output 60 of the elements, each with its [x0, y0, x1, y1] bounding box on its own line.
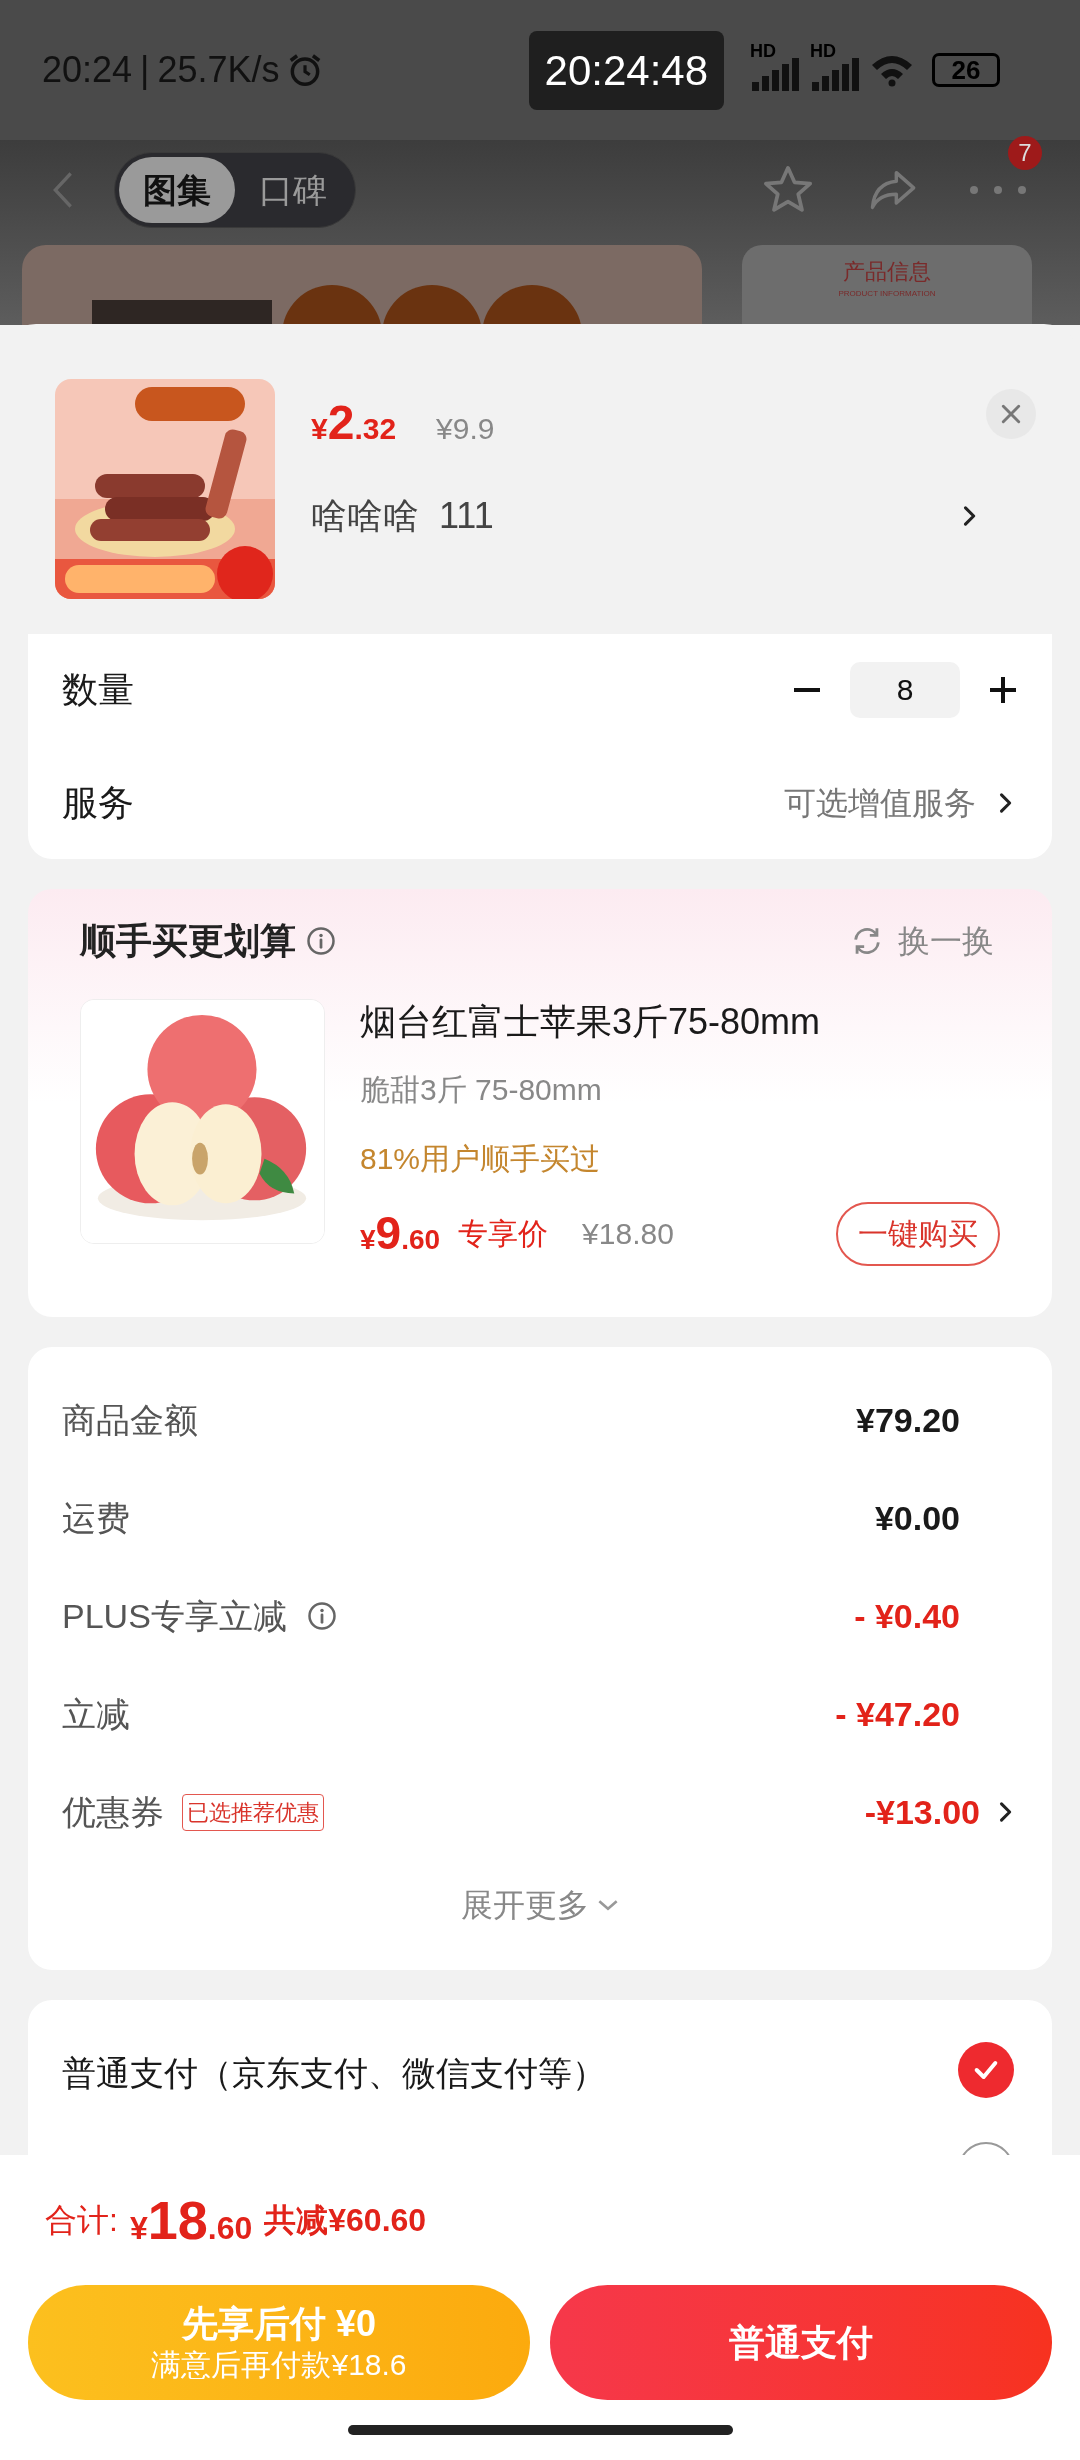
status-time: 20:24: [42, 48, 133, 92]
addon-price: ¥9.60: [360, 1206, 441, 1261]
option-label: 服务: [62, 780, 135, 825]
addon-product-name[interactable]: 烟台红富士苹果3斤75-80mm: [360, 999, 1000, 1045]
chevron-down-icon: [597, 1898, 619, 1912]
network-speed: 25.7K/s: [157, 48, 280, 92]
more-icon[interactable]: [968, 184, 1028, 196]
summary-label: 立减: [62, 1693, 130, 1735]
coupon-tag: 已选推荐优惠: [182, 1793, 324, 1831]
total-savings: 共减¥60.60: [264, 2201, 427, 2240]
total-price: ¥18.60: [129, 2188, 253, 2252]
sale-price: ¥2.32: [311, 395, 397, 451]
hd-label: HD: [810, 42, 837, 60]
wifi-icon: [870, 53, 915, 87]
signal-icon: [810, 56, 861, 92]
chevron-right-icon: [998, 790, 1012, 815]
product-spec[interactable]: 啥啥啥 111: [311, 489, 962, 543]
back-icon[interactable]: [52, 171, 74, 209]
chevron-right-icon: [962, 504, 976, 528]
original-price: ¥9.9: [436, 411, 495, 447]
addon-title: 顺手买更划算: [80, 919, 296, 963]
chevron-right-icon: [998, 1800, 1012, 1824]
notification-badge: 7: [1008, 136, 1042, 170]
pay-button[interactable]: 普通支付: [550, 2285, 1052, 2400]
info-icon[interactable]: [306, 926, 336, 956]
info-title: 产品信息: [843, 258, 931, 286]
purchase-rate: 81%用户顺手买过: [360, 1141, 602, 1177]
view-tab[interactable]: 口碑: [235, 157, 351, 223]
summary-label: 优惠券: [62, 1791, 164, 1833]
summary-value: - ¥47.20: [835, 1693, 960, 1735]
plus-icon[interactable]: [988, 675, 1018, 705]
refresh-link[interactable]: 换一换: [898, 917, 994, 965]
option-label: 数量: [62, 668, 135, 712]
signal-icon: [750, 56, 801, 92]
payment-option-label[interactable]: 普通支付（京东支付、微信支付等）: [62, 2048, 958, 2099]
summary-value: - ¥0.40: [854, 1595, 960, 1637]
clock-overlay: 20:24:48: [528, 30, 725, 110]
summary-label: 运费: [62, 1497, 130, 1539]
payment-radio[interactable]: [958, 2042, 1014, 2098]
summary-label: PLUS专享立减: [62, 1595, 287, 1637]
addon-product-spec: 脆甜3斤 75-80mm: [360, 1072, 603, 1108]
quantity-field[interactable]: 8: [850, 662, 960, 718]
summary-value[interactable]: -¥13.00: [864, 1786, 980, 1838]
hd-label: HD: [750, 42, 777, 60]
option-value[interactable]: 可选增值服务: [784, 778, 976, 827]
status-separator: |: [140, 48, 150, 92]
info-subtitle: PRODUCT INFORMATION: [838, 288, 936, 300]
info-icon[interactable]: [306, 1601, 337, 1631]
close-button[interactable]: [986, 389, 1036, 439]
buy-button[interactable]: 一键购买: [836, 1201, 1000, 1266]
expand-more-link[interactable]: 展开更多: [461, 1881, 589, 1929]
summary-label: 商品金额: [62, 1399, 198, 1441]
close-icon: [1000, 403, 1022, 425]
addon-original-price: ¥18.80: [582, 1216, 674, 1252]
battery-indicator: 26: [932, 53, 1001, 87]
exclusive-price-label: 专享价: [458, 1216, 549, 1252]
total-label: 合计:: [45, 2201, 118, 2240]
summary-value: ¥0.00: [874, 1497, 960, 1539]
summary-value: ¥79.20: [856, 1399, 960, 1441]
view-tab[interactable]: 图集: [119, 157, 235, 223]
